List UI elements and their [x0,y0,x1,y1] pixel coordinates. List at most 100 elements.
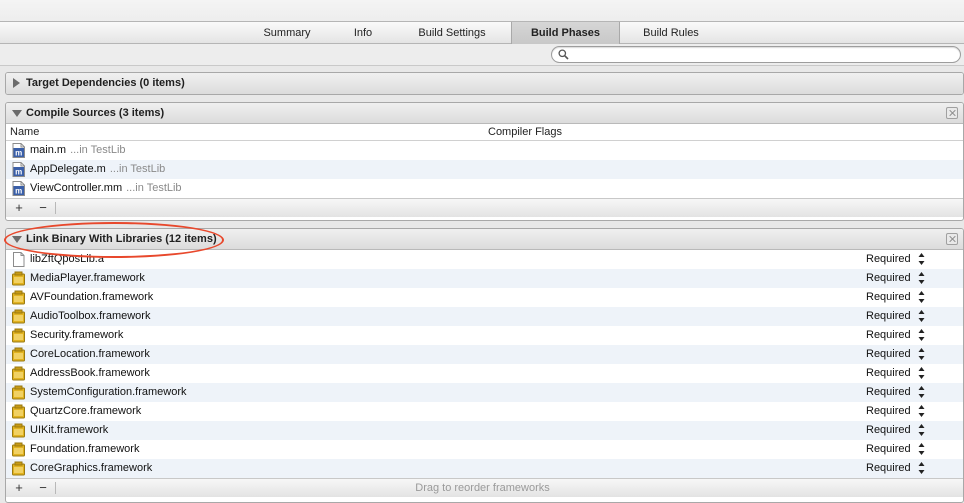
list-item[interactable]: libZftQposLib.a Required [6,250,963,269]
compile-sources-column-header: Name Compiler Flags [6,124,963,141]
requirement-status[interactable]: Required [866,440,911,459]
requirement-status[interactable]: Required [866,345,911,364]
framework-icon [12,461,25,476]
library-name: QuartzCore.framework [30,405,142,417]
link-binary-panel: Link Binary With Libraries (12 items) li… [5,228,964,503]
requirement-status[interactable]: Required [866,288,911,307]
add-button[interactable]: + [10,480,28,496]
close-icon[interactable] [946,107,958,119]
stepper-arrows-icon[interactable] [918,423,925,437]
framework-icon [12,290,25,305]
list-item[interactable]: SystemConfiguration.framework Required [6,383,963,402]
file-name: main.m [30,144,67,156]
link-binary-title: Link Binary With Libraries (12 items) [26,233,217,245]
disclosure-triangle-expanded-icon[interactable] [12,110,22,117]
file-location: ...in TestLib [126,182,182,194]
list-item[interactable]: AudioToolbox.framework Required [6,307,963,326]
stepper-arrows-icon[interactable] [918,271,925,285]
compile-sources-list: m main.m ...in TestLib m AppDelegate.m ...in … [6,141,963,198]
remove-button[interactable]: − [34,200,52,216]
tab-build-settings[interactable]: Build Settings [404,22,500,44]
editor-tab-strip: Summary Info Build Settings Build Phases… [0,21,964,44]
stepper-arrows-icon[interactable] [918,290,925,304]
file-name: AppDelegate.m [30,163,106,175]
list-item[interactable]: AVFoundation.framework Required [6,288,963,307]
compile-sources-footer: + − [6,198,963,217]
file-location: ...in TestLib [109,163,166,175]
remove-button[interactable]: − [34,480,52,496]
requirement-status[interactable]: Required [866,269,911,288]
stepper-arrows-icon[interactable] [918,366,925,380]
column-compiler-flags[interactable]: Compiler Flags [488,124,562,140]
list-item[interactable]: m main.m ...in TestLib [6,141,963,160]
stepper-arrows-icon[interactable] [918,461,925,475]
disclosure-triangle-expanded-icon[interactable] [12,236,22,243]
library-name: UIKit.framework [30,424,109,436]
framework-icon [12,423,25,438]
list-item[interactable]: MediaPlayer.framework Required [6,269,963,288]
svg-text:m: m [15,149,22,158]
library-name: Foundation.framework [30,443,140,455]
framework-icon [12,442,25,457]
stepper-arrows-icon[interactable] [918,252,925,266]
library-name: AVFoundation.framework [30,291,154,303]
disclosure-triangle-collapsed-icon[interactable] [13,78,20,88]
list-item[interactable]: QuartzCore.framework Required [6,402,963,421]
stepper-arrows-icon[interactable] [918,404,925,418]
list-item[interactable]: Foundation.framework Required [6,440,963,459]
search-field[interactable] [551,46,961,63]
source-file-icon: m [12,181,25,196]
list-item[interactable]: UIKit.framework Required [6,421,963,440]
list-item[interactable]: m AppDelegate.m ...in TestLib [6,160,963,179]
requirement-status[interactable]: Required [866,250,911,269]
stepper-arrows-icon[interactable] [918,309,925,323]
list-item[interactable]: Security.framework Required [6,326,963,345]
target-dependencies-title: Target Dependencies (0 items) [26,77,185,89]
list-item[interactable]: CoreGraphics.framework Required [6,459,963,478]
requirement-status[interactable]: Required [866,459,911,478]
stepper-arrows-icon[interactable] [918,347,925,361]
requirement-status[interactable]: Required [866,307,911,326]
search-input[interactable] [572,48,952,61]
requirement-status[interactable]: Required [866,421,911,440]
requirement-status[interactable]: Required [866,383,911,402]
svg-text:m: m [15,168,22,177]
file-name: ViewController.mm [30,182,123,194]
framework-icon [12,271,25,286]
source-file-icon: m [12,162,25,177]
tab-build-rules[interactable]: Build Rules [630,22,712,44]
framework-icon [12,328,25,343]
requirement-status[interactable]: Required [866,326,911,345]
column-name[interactable]: Name [10,126,39,138]
list-item[interactable]: m ViewController.mm ...in TestLib [6,179,963,198]
source-file-icon: m [12,143,25,158]
drag-hint: Drag to reorder frameworks [415,482,550,494]
library-name: SystemConfiguration.framework [30,386,187,398]
compile-sources-header[interactable]: Compile Sources (3 items) [6,103,963,124]
stepper-arrows-icon[interactable] [918,328,925,342]
tab-build-phases[interactable]: Build Phases [511,22,620,44]
requirement-status[interactable]: Required [866,402,911,421]
add-button[interactable]: + [10,200,28,216]
target-dependencies-panel: Target Dependencies (0 items) [5,72,964,95]
requirement-status[interactable]: Required [866,364,911,383]
search-bar [0,44,964,66]
list-item[interactable]: AddressBook.framework Required [6,364,963,383]
close-icon[interactable] [946,233,958,245]
library-name: MediaPlayer.framework [30,272,145,284]
stepper-arrows-icon[interactable] [918,385,925,399]
compile-sources-title: Compile Sources (3 items) [26,107,165,119]
target-dependencies-header[interactable]: Target Dependencies (0 items) [6,73,963,94]
stepper-arrows-icon[interactable] [918,442,925,456]
library-name: Security.framework [30,329,124,341]
framework-icon [12,309,25,324]
framework-icon [12,366,25,381]
footer-divider [55,202,56,214]
tab-info[interactable]: Info [336,22,390,44]
svg-text:m: m [15,187,22,196]
tab-summary[interactable]: Summary [250,22,324,44]
list-item[interactable]: CoreLocation.framework Required [6,345,963,364]
link-binary-footer: Drag to reorder frameworks + − [6,478,963,497]
link-binary-header[interactable]: Link Binary With Libraries (12 items) [6,229,963,250]
search-icon [558,49,569,60]
